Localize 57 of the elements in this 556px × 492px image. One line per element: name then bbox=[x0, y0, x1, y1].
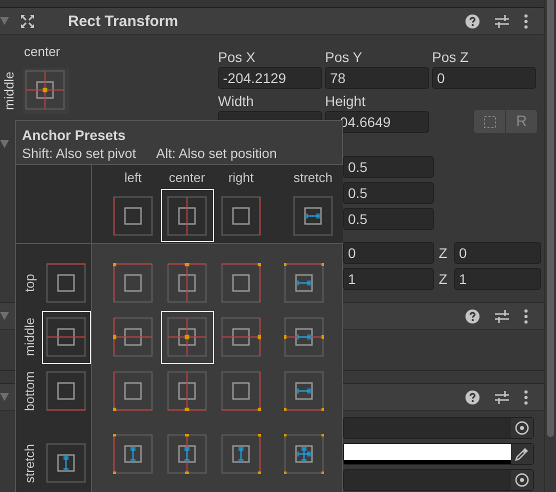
help-icon[interactable] bbox=[465, 308, 480, 324]
row-label: top bbox=[22, 272, 38, 294]
field-label: Pos Y bbox=[325, 48, 364, 67]
number-field[interactable]: 0.5 bbox=[343, 182, 434, 204]
number-field[interactable]: 0.5 bbox=[343, 156, 434, 178]
axis-label: Z bbox=[438, 271, 448, 287]
more-options-icon[interactable] bbox=[524, 308, 528, 324]
column-label: stretch bbox=[293, 170, 332, 186]
anchor-horizontal-label: center bbox=[24, 44, 62, 60]
popup-title: Anchor Presets bbox=[22, 126, 126, 144]
number-field[interactable]: 0.5 bbox=[343, 208, 434, 230]
field-label: Height bbox=[325, 92, 366, 111]
object-picker-icon[interactable] bbox=[515, 421, 529, 435]
settings-sliders-icon[interactable] bbox=[494, 390, 510, 404]
number-field[interactable]: -204.2129 bbox=[218, 67, 322, 89]
foldout-arrow-icon[interactable] bbox=[0, 140, 9, 148]
component-title: Rect Transform bbox=[68, 12, 178, 30]
help-icon[interactable] bbox=[465, 14, 480, 28]
column-label: left bbox=[124, 170, 142, 186]
foldout-arrow-icon[interactable] bbox=[0, 312, 9, 320]
anchor-preset-button[interactable] bbox=[42, 310, 91, 364]
row-label: middle bbox=[22, 316, 38, 358]
anchor-vertical-label: middle bbox=[1, 70, 17, 112]
row-label: bottom bbox=[22, 370, 38, 413]
settings-sliders-icon[interactable] bbox=[494, 308, 510, 324]
more-options-icon[interactable] bbox=[524, 390, 528, 404]
foldout-arrow-icon[interactable] bbox=[0, 393, 9, 401]
anchor-preset-button[interactable] bbox=[160, 189, 214, 242]
more-options-icon[interactable] bbox=[524, 14, 528, 28]
object-picker-icon[interactable] bbox=[515, 473, 529, 487]
rect-transform-icon bbox=[20, 14, 35, 28]
number-field[interactable]: 78 bbox=[325, 67, 429, 89]
number-field[interactable]: 1 bbox=[454, 268, 541, 290]
field-label: Width bbox=[218, 92, 255, 111]
field-label: Pos X bbox=[218, 48, 256, 67]
row-label: stretch bbox=[22, 442, 38, 485]
object-field[interactable] bbox=[343, 469, 534, 491]
column-label: center bbox=[168, 170, 206, 186]
number-field[interactable]: 0 bbox=[454, 242, 541, 264]
number-field[interactable]: 0 bbox=[343, 242, 434, 264]
object-field[interactable] bbox=[343, 417, 534, 439]
dashed-square-icon bbox=[484, 116, 496, 128]
hint-text: Shift: Also set pivot bbox=[22, 145, 136, 163]
axis-label: Z bbox=[438, 245, 448, 261]
hint-text: Alt: Also set position bbox=[156, 145, 277, 163]
scrollbar-thumb[interactable] bbox=[547, 0, 554, 437]
column-label: right bbox=[228, 170, 254, 186]
anchor-preset-icon bbox=[25, 70, 65, 110]
anchor-preset-button[interactable] bbox=[160, 310, 214, 364]
number-field[interactable]: 0 bbox=[432, 67, 536, 89]
blueprint-mode-button[interactable] bbox=[474, 110, 505, 133]
foldout-arrow-icon[interactable] bbox=[0, 17, 9, 25]
settings-sliders-icon[interactable] bbox=[494, 14, 510, 28]
field-label: Pos Z bbox=[432, 48, 470, 67]
color-swatch[interactable] bbox=[344, 444, 511, 464]
number-field[interactable]: 1 bbox=[343, 268, 434, 290]
help-icon[interactable] bbox=[465, 390, 480, 404]
